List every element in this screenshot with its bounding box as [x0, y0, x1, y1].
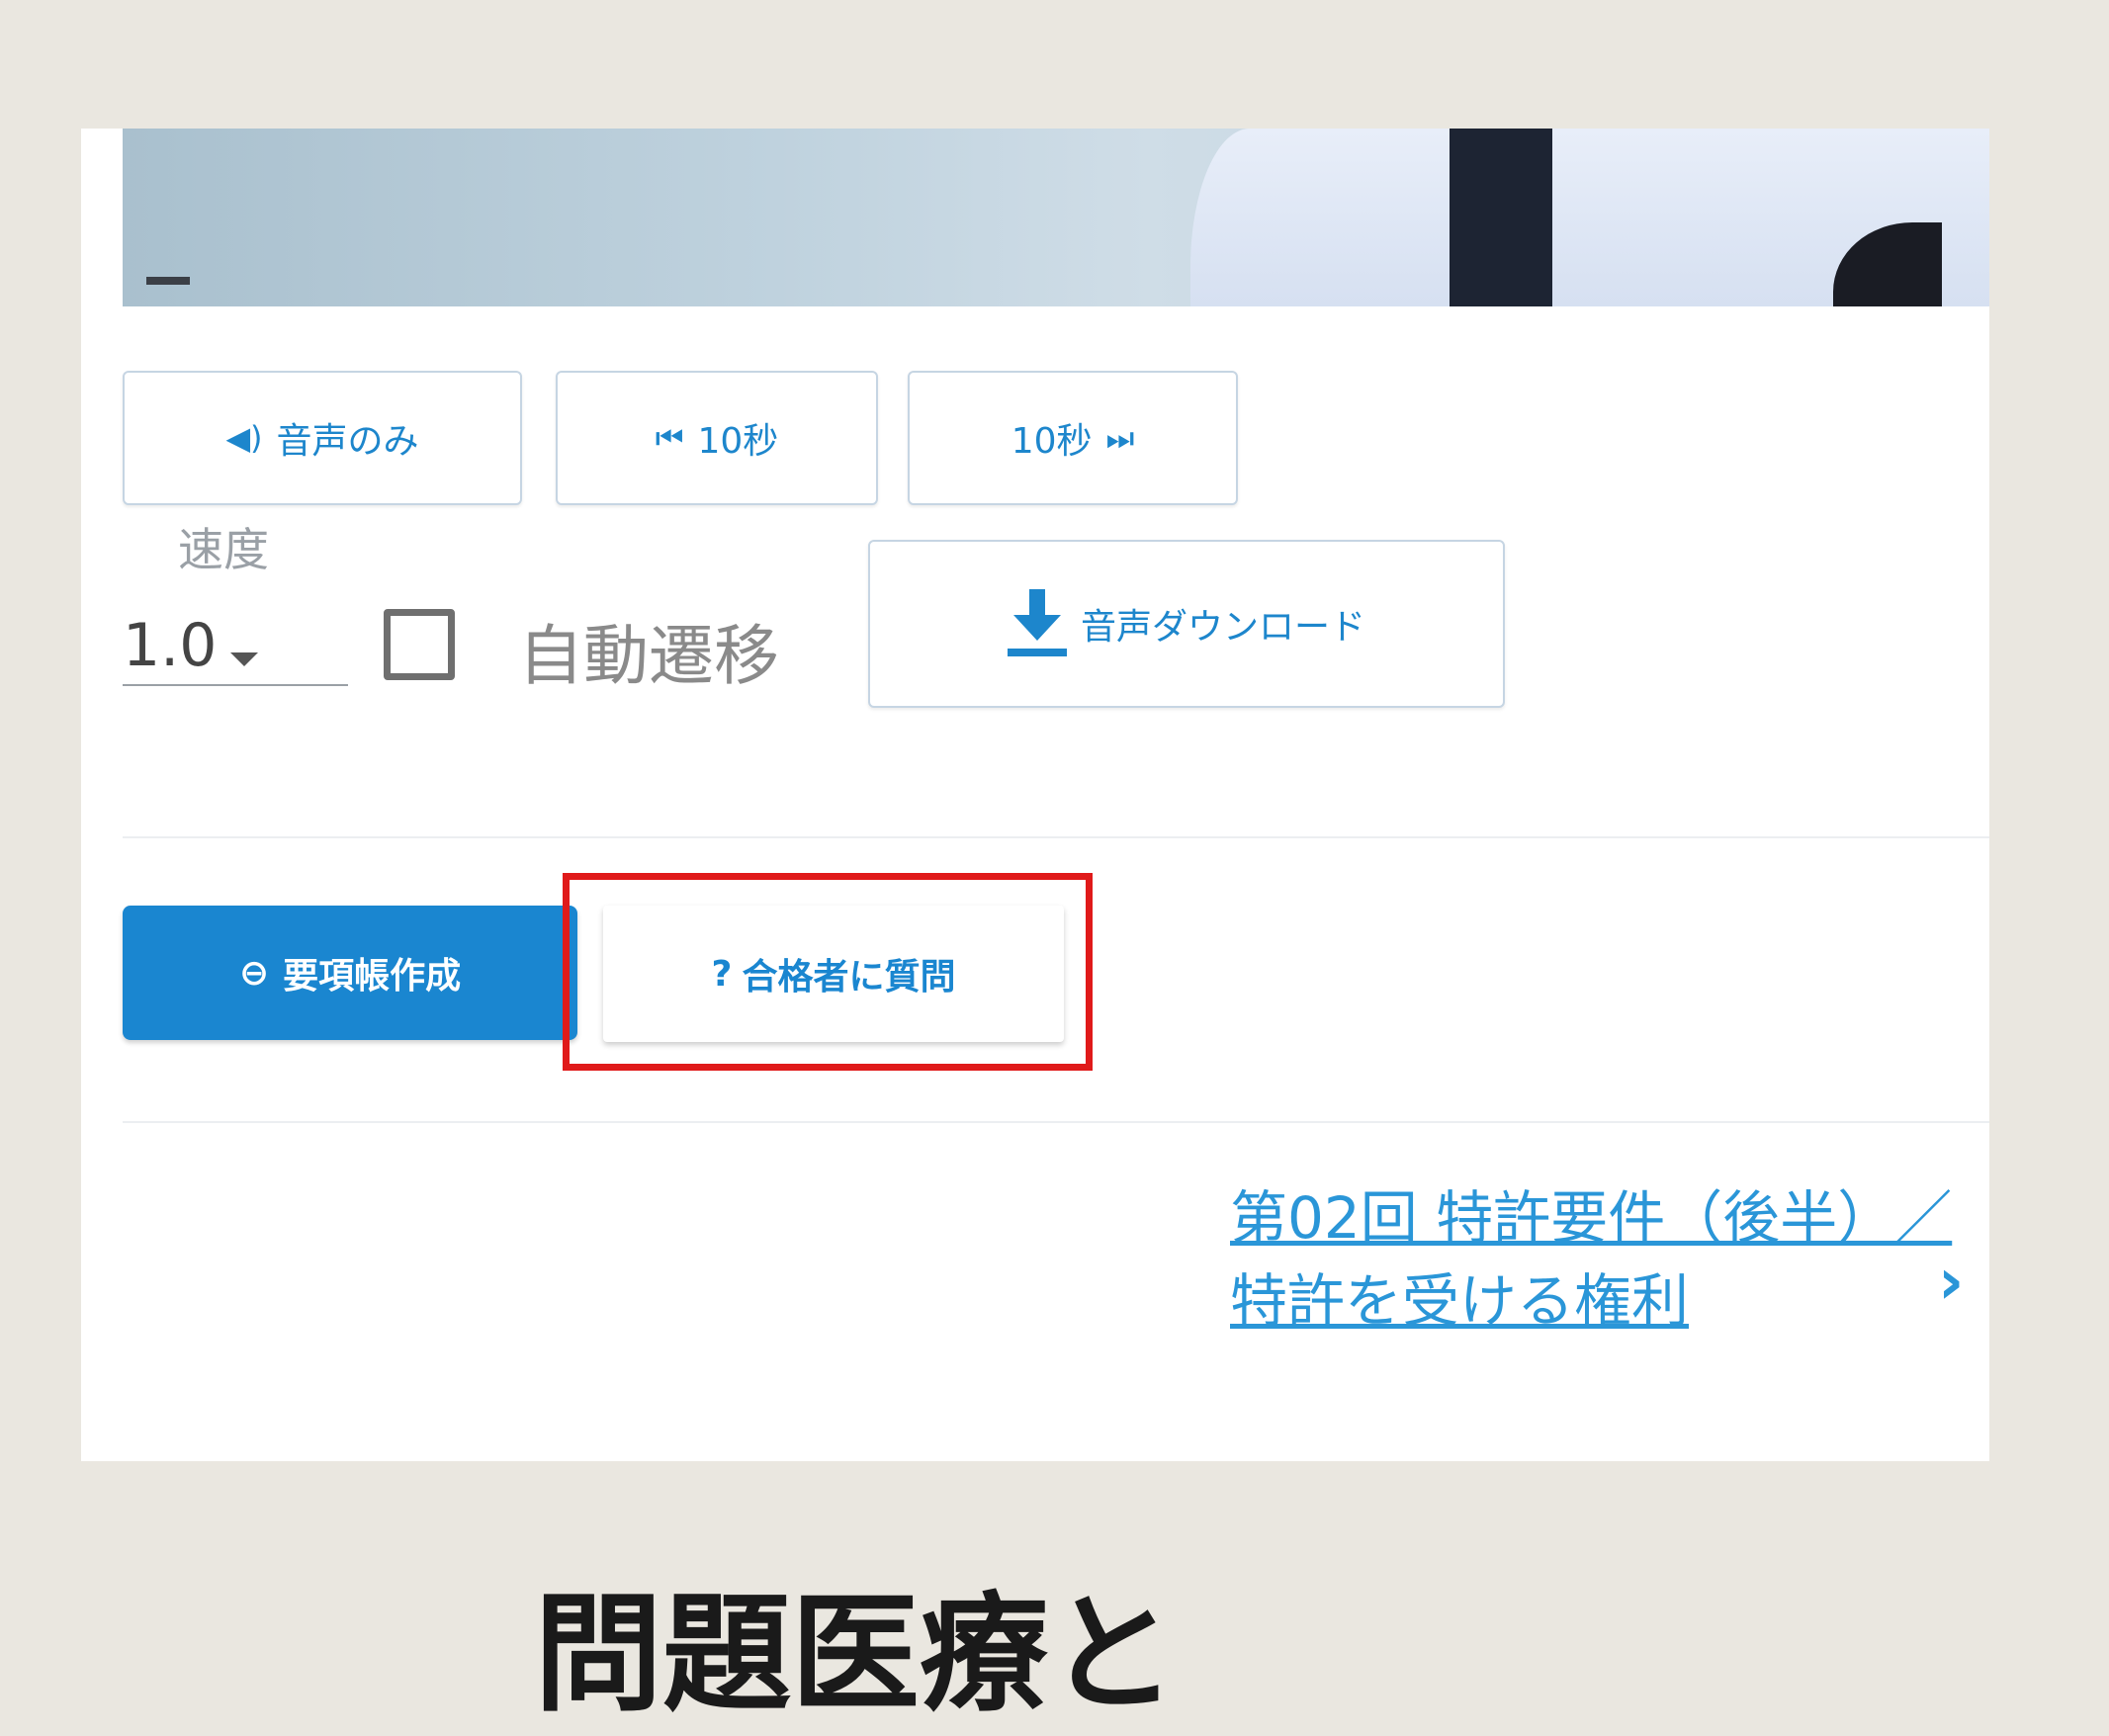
rewind-label: 10秒: [697, 421, 779, 462]
auto-advance-checkbox[interactable]: [384, 609, 455, 680]
next-lesson-link[interactable]: 第02回 特許要件（後半）／特許を受ける権利: [1230, 1176, 1962, 1343]
forward-label: 10秒: [1011, 421, 1093, 462]
video-frame-tie: [1450, 129, 1552, 306]
audio-download-button[interactable]: 音声ダウンロード: [868, 540, 1505, 708]
divider: [123, 836, 1989, 838]
speed-select[interactable]: 1.0: [123, 611, 348, 686]
footer-partial-heading: 問題医療と: [534, 1579, 1178, 1729]
video-indicator: [146, 277, 190, 285]
caret-down-icon: [230, 652, 259, 666]
note-icon: ⊖: [238, 952, 270, 994]
audio-download-label: 音声ダウンロード: [1080, 607, 1365, 648]
forward-10s-button[interactable]: 10秒 ⏭: [908, 371, 1238, 505]
create-note-label: 要項帳作成: [283, 956, 462, 997]
speaker-icon: ◀): [225, 419, 263, 457]
divider: [123, 1121, 1989, 1123]
ask-passer-button[interactable]: ? 合格者に質問: [603, 906, 1064, 1042]
create-note-button[interactable]: ⊖ 要項帳作成: [123, 906, 577, 1040]
lesson-card: ◀) 音声のみ ⏮ 10秒 10秒 ⏭ 速度 1.0 自動遷移 音声ダウンロード…: [81, 129, 1989, 1461]
download-icon: [1007, 589, 1067, 658]
skip-back-icon: ⏮: [655, 418, 684, 457]
video-player[interactable]: [123, 129, 1989, 306]
skip-forward-icon: ⏭: [1105, 418, 1135, 457]
speed-value: 1.0: [123, 611, 218, 680]
chevron-right-icon[interactable]: ›: [1938, 1246, 1964, 1319]
auto-advance-label[interactable]: 自動遷移: [518, 603, 779, 698]
ask-passer-label: 合格者に質問: [742, 957, 956, 998]
audio-only-label: 音声のみ: [276, 421, 419, 462]
speed-label: 速度: [178, 523, 269, 576]
rewind-10s-button[interactable]: ⏮ 10秒: [556, 371, 878, 505]
question-icon: ?: [711, 953, 733, 995]
audio-only-button[interactable]: ◀) 音声のみ: [123, 371, 522, 505]
